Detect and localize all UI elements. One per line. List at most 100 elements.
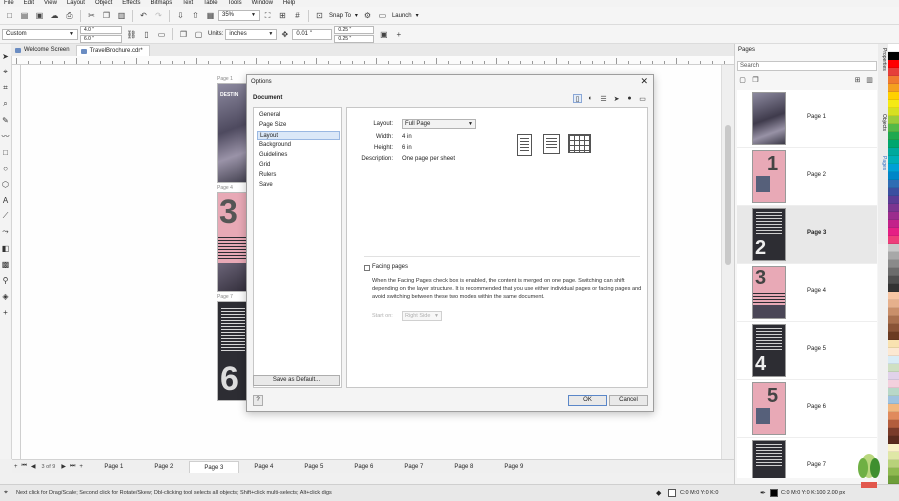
menu-effects[interactable]: Effects bbox=[122, 0, 140, 7]
print-icon[interactable]: ⎙ bbox=[64, 10, 75, 21]
palette-swatch[interactable] bbox=[888, 124, 899, 132]
facing-pages-checkbox[interactable] bbox=[364, 265, 370, 271]
palette-swatch[interactable] bbox=[888, 428, 899, 436]
previous-page-icon[interactable]: ◀ bbox=[31, 463, 36, 470]
vertical-ruler[interactable] bbox=[12, 65, 21, 459]
view-mode-icon[interactable]: ⊞ bbox=[853, 75, 862, 84]
page-entry[interactable]: 2 Page 3 bbox=[737, 206, 877, 264]
palette-swatch[interactable] bbox=[888, 364, 899, 372]
palette-swatch[interactable] bbox=[888, 68, 899, 76]
tab-properties[interactable]: Properties bbox=[879, 48, 887, 71]
palette-swatch[interactable] bbox=[888, 52, 899, 60]
menu-file[interactable]: File bbox=[4, 0, 14, 7]
page-tab-1[interactable]: Page 1 bbox=[89, 461, 139, 473]
tree-item-general[interactable]: General bbox=[257, 111, 282, 120]
pages-search-input[interactable]: Search bbox=[737, 61, 877, 71]
crop-tool-icon[interactable]: ⌗ bbox=[1, 83, 11, 93]
palette-swatch[interactable] bbox=[888, 292, 899, 300]
palette-swatch[interactable] bbox=[888, 468, 899, 476]
add-icon[interactable]: + bbox=[393, 29, 404, 40]
start-on-select[interactable]: Right Side ▼ bbox=[402, 311, 442, 321]
palette-swatch[interactable] bbox=[888, 268, 899, 276]
palette-swatch[interactable] bbox=[888, 180, 899, 188]
add-page-after-icon[interactable]: + bbox=[79, 464, 83, 470]
palette-swatch[interactable] bbox=[888, 420, 899, 428]
palette-swatch[interactable] bbox=[888, 340, 899, 348]
canvas-page-1[interactable]: DESTIN bbox=[217, 83, 249, 183]
tab-travel-brochure[interactable]: TravelBrochure.cdr* bbox=[75, 45, 150, 56]
palette-swatch[interactable] bbox=[888, 284, 899, 292]
snap-to-menu[interactable]: Snap To bbox=[329, 13, 351, 19]
drop-shadow-icon[interactable]: ◧ bbox=[1, 243, 11, 253]
eyedropper-icon[interactable]: ⚲ bbox=[1, 275, 11, 285]
palette-swatch[interactable] bbox=[888, 276, 899, 284]
add-page-icon[interactable]: ▢ bbox=[738, 75, 747, 84]
interactive-fill-icon[interactable]: ◈ bbox=[1, 291, 11, 301]
palette-swatch[interactable] bbox=[888, 412, 899, 420]
scrollbar-thumb[interactable] bbox=[725, 125, 731, 265]
page-entry[interactable]: Page 1 bbox=[737, 90, 877, 148]
page-tab-5[interactable]: Page 5 bbox=[289, 461, 339, 473]
palette-swatch[interactable] bbox=[888, 316, 899, 324]
palette-swatch[interactable] bbox=[888, 348, 899, 356]
publish-pdf-icon[interactable]: ▦ bbox=[205, 10, 216, 21]
snap-chevron-icon[interactable]: ▾ bbox=[355, 12, 358, 19]
launch-chevron-icon[interactable]: ▾ bbox=[416, 12, 419, 19]
menu-text[interactable]: Text bbox=[182, 0, 193, 7]
ellipse-tool-icon[interactable]: ○ bbox=[1, 163, 11, 173]
tree-item-background[interactable]: Background bbox=[257, 141, 293, 150]
palette-swatch[interactable] bbox=[888, 396, 899, 404]
last-page-icon[interactable]: ⏭ bbox=[70, 463, 75, 470]
palette-swatch[interactable] bbox=[888, 372, 899, 380]
palette-swatch[interactable] bbox=[888, 252, 899, 260]
zoom-level-field[interactable]: 35% ▼ bbox=[218, 10, 260, 21]
palette-swatch[interactable] bbox=[888, 164, 899, 172]
rectangle-tool-icon[interactable]: □ bbox=[1, 147, 11, 157]
palette-swatch[interactable] bbox=[888, 356, 899, 364]
palette-swatch[interactable] bbox=[888, 452, 899, 460]
page-width-field[interactable]: 4.0 " bbox=[80, 25, 122, 34]
undo-icon[interactable]: ↶ bbox=[138, 10, 149, 21]
menu-help[interactable]: Help bbox=[283, 0, 295, 7]
palette-swatch[interactable] bbox=[888, 380, 899, 388]
add-page-before-icon[interactable]: + bbox=[14, 464, 18, 470]
vertical-scrollbar[interactable] bbox=[721, 65, 734, 459]
treat-as-filled-icon[interactable]: ▣ bbox=[378, 29, 389, 40]
open-icon[interactable]: ▤ bbox=[19, 10, 30, 21]
palette-swatch[interactable] bbox=[888, 324, 899, 332]
shape-tool-icon[interactable]: ⌖ bbox=[1, 67, 11, 77]
page-tab-6[interactable]: Page 6 bbox=[339, 461, 389, 473]
palette-swatch[interactable] bbox=[888, 100, 899, 108]
palette-swatch[interactable] bbox=[888, 132, 899, 140]
document-category-icon[interactable]: ▯ bbox=[573, 94, 582, 103]
tab-pages[interactable]: Pages bbox=[879, 156, 887, 170]
horizontal-ruler[interactable] bbox=[12, 56, 734, 65]
export-icon[interactable]: ⇧ bbox=[190, 10, 201, 21]
duplicate-x-field[interactable]: 0.25 " bbox=[334, 25, 375, 34]
menu-window[interactable]: Window bbox=[252, 0, 273, 7]
palette-swatch[interactable] bbox=[888, 436, 899, 444]
tab-objects[interactable]: Objects bbox=[879, 114, 887, 131]
customization-category-icon[interactable]: ☰ bbox=[599, 94, 608, 103]
palette-swatch[interactable] bbox=[888, 260, 899, 268]
palette-swatch[interactable] bbox=[888, 76, 899, 84]
artistic-media-icon[interactable]: 〰 bbox=[1, 131, 11, 141]
tree-item-rulers[interactable]: Rulers bbox=[257, 171, 278, 180]
tab-welcome-screen[interactable]: Welcome Screen bbox=[11, 45, 76, 56]
polygon-tool-icon[interactable]: ⬡ bbox=[1, 179, 11, 189]
menu-edit[interactable]: Edit bbox=[24, 0, 34, 7]
parallel-dimension-icon[interactable]: ⟋ bbox=[1, 211, 11, 221]
launch-icon[interactable]: ▭ bbox=[377, 10, 388, 21]
full-screen-icon[interactable]: ⛶ bbox=[262, 10, 273, 21]
nudge-distance-field[interactable]: 0.01 " bbox=[292, 28, 333, 40]
menu-object[interactable]: Object bbox=[95, 0, 112, 7]
all-pages-icon[interactable]: ❐ bbox=[178, 29, 189, 40]
palette-swatch[interactable] bbox=[888, 388, 899, 396]
page-tab-3[interactable]: Page 3 bbox=[188, 460, 239, 473]
palette-swatch[interactable] bbox=[888, 404, 899, 412]
current-page-icon[interactable]: ▢ bbox=[193, 29, 204, 40]
page-tab-9[interactable]: Page 9 bbox=[489, 461, 539, 473]
save-icon[interactable]: ▣ bbox=[34, 10, 45, 21]
palette-swatch[interactable] bbox=[888, 332, 899, 340]
units-select[interactable]: inches ▼ bbox=[225, 28, 278, 40]
